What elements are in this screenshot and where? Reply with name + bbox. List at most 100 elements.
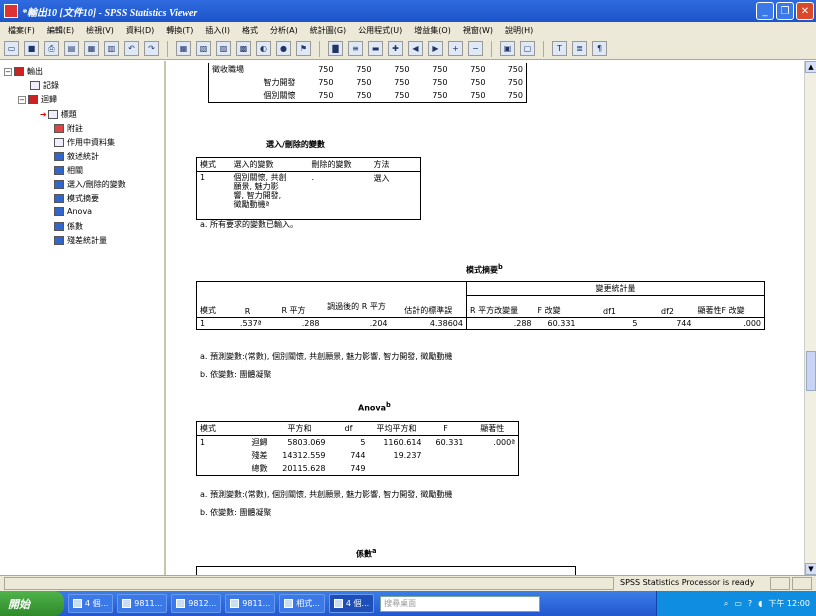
table-row: 1 .537ª .288 .204 4.38604 .288 60.331 5 … [196, 317, 765, 330]
maximize-button[interactable]: ❐ [776, 2, 794, 20]
menu-window[interactable]: 視窗(W) [463, 25, 493, 36]
outline-node-log[interactable]: 記錄 [30, 80, 59, 91]
status-bar: SPSS Statistics Processor is ready [0, 575, 816, 591]
save-icon[interactable]: ■ [24, 41, 39, 56]
network-icon[interactable]: ▭ [734, 599, 742, 608]
close-button[interactable]: ✕ [796, 2, 814, 20]
outline-item-anova[interactable]: Anova [54, 207, 92, 216]
table-icon [54, 180, 64, 189]
outline-item-model-summary[interactable]: 模式摘要 [54, 193, 99, 204]
help-icon[interactable]: ? [748, 599, 752, 608]
menu-data[interactable]: 資料(D) [126, 25, 154, 36]
outline-item-residuals[interactable]: 殘差統計量 [54, 235, 107, 246]
goto-case-icon[interactable]: ▧ [196, 41, 211, 56]
menu-transform[interactable]: 轉換(T) [166, 25, 193, 36]
clock[interactable]: 下午 12:00 [768, 598, 810, 609]
spss-icon [333, 599, 343, 608]
recall-dialog-icon[interactable]: ▥ [104, 41, 119, 56]
table-row: 1 迴歸 5803.069 5 1160.614 60.331 .000ª [196, 435, 519, 449]
log-icon [30, 81, 40, 90]
taskbar-item[interactable]: 相式... [279, 594, 325, 613]
menu-insert[interactable]: 插入(I) [205, 25, 230, 36]
outline-item-correlations[interactable]: 相關 [54, 165, 83, 176]
undo-icon[interactable]: ↶ [124, 41, 139, 56]
anova-table[interactable]: 模式 平方和 df 平均平方和 F 顯著性 1 迴歸 5803.069 5 11… [196, 421, 519, 476]
scroll-thumb[interactable] [806, 351, 816, 391]
insert-heading-icon[interactable]: ≡ [348, 41, 363, 56]
promote-icon[interactable]: ✚ [388, 41, 403, 56]
outline-item-descriptives[interactable]: 敘述統計 [54, 151, 99, 162]
outline-node-regression[interactable]: − 迴歸 [18, 94, 57, 105]
redo-icon[interactable]: ↷ [144, 41, 159, 56]
start-button[interactable]: 開始 [0, 591, 64, 616]
menu-edit[interactable]: 編輯(E) [47, 25, 74, 36]
change-statistics-header: 變更統計量 [466, 281, 765, 296]
coefficients-table-partial[interactable] [196, 566, 576, 575]
search-icon[interactable]: ⌕ [724, 599, 728, 609]
menu-help[interactable]: 說明(H) [505, 25, 533, 36]
output-viewer-pane[interactable]: 徵收職場 750 750 750 750 750 750 智力開發 750 75… [168, 61, 804, 575]
desktop-search-input[interactable]: 搜尋桌面 [380, 595, 541, 612]
window-icon [176, 599, 186, 608]
menu-addons[interactable]: 增益集(O) [414, 25, 451, 36]
spss-app-icon [4, 4, 18, 18]
table-icon [54, 207, 64, 216]
designate-window-icon[interactable]: ⚑ [296, 41, 311, 56]
menu-analyze[interactable]: 分析(A) [270, 25, 298, 36]
use-sets-icon[interactable]: ◐ [256, 41, 271, 56]
expand-icon[interactable]: + [448, 41, 463, 56]
row-label: 智力開發 [208, 76, 299, 89]
scroll-down-arrow-icon[interactable]: ▼ [805, 563, 816, 575]
menu-graphs[interactable]: 統計圖(G) [310, 25, 346, 36]
goto-variable-icon[interactable]: ▨ [216, 41, 231, 56]
entered-removed-footnote: a. 所有要求的變數已輸入。 [200, 220, 298, 229]
outline-item-coefficients[interactable]: 係數 [54, 221, 83, 232]
print-icon[interactable]: ⎙ [44, 41, 59, 56]
menu-utilities[interactable]: 公用程式(U) [358, 25, 402, 36]
menu-file[interactable]: 檔案(F) [8, 25, 35, 36]
insert-title-icon[interactable]: ▬ [368, 41, 383, 56]
taskbar-item[interactable]: 4 個... [68, 594, 114, 613]
entered-removed-table[interactable]: 模式 選入的變數 刪除的變數 方法 1 個別關懷, 共創 願景, 魅力影 響, … [196, 157, 421, 220]
current-item-arrow-icon: ➔ [40, 110, 47, 119]
collapse-toggle-icon[interactable]: − [4, 67, 12, 76]
model-summary-table[interactable]: 變更統計量 模式 R R 平方 調過後的 R 平方 估計的標準誤 R 平方改變量… [196, 281, 765, 330]
menu-format[interactable]: 格式 [242, 25, 258, 36]
outline-item-entered-removed[interactable]: 選入/刪除的變數 [54, 179, 126, 190]
minimize-button[interactable]: _ [756, 2, 774, 20]
scroll-up-arrow-icon[interactable]: ▲ [805, 61, 816, 73]
window-icon [73, 599, 82, 608]
outline-item-notes[interactable]: 附註 [54, 123, 83, 134]
export-icon[interactable]: ▦ [84, 41, 99, 56]
collapse-icon[interactable]: − [468, 41, 483, 56]
outline-item-dataset[interactable]: 作用中資料集 [54, 137, 115, 148]
show-icon[interactable]: ▣ [500, 41, 515, 56]
outline-item-title[interactable]: ➔ 標題 [40, 109, 77, 120]
show-all-icon[interactable]: ● [276, 41, 291, 56]
taskbar-item[interactable]: 9812... [171, 594, 222, 613]
insert-new-title-icon[interactable]: T [552, 41, 567, 56]
variables-icon[interactable]: ▩ [236, 41, 251, 56]
menu-view[interactable]: 檢視(V) [86, 25, 114, 36]
table-group-header-row: 變更統計量 [196, 281, 765, 296]
forward-icon[interactable]: ▶ [428, 41, 443, 56]
descriptives-partial-table[interactable]: 徵收職場 750 750 750 750 750 750 智力開發 750 75… [208, 63, 527, 103]
back-icon[interactable]: ◀ [408, 41, 423, 56]
hide-icon[interactable]: ▢ [520, 41, 535, 56]
insert-text-icon[interactable]: ≣ [572, 41, 587, 56]
collapse-toggle-icon[interactable]: − [18, 95, 26, 104]
processor-status: SPSS Statistics Processor is ready [620, 578, 755, 587]
volume-icon[interactable]: ◖ [758, 599, 762, 608]
goto-data-icon[interactable]: ▦ [176, 41, 191, 56]
taskbar-item[interactable]: 9811... [225, 594, 276, 613]
chart-builder-icon[interactable]: ▇ [328, 41, 343, 56]
insert-page-icon[interactable]: ¶ [592, 41, 607, 56]
taskbar-item-active[interactable]: 4 個... [328, 594, 375, 613]
outline-node-output[interactable]: − 輸出 [4, 66, 43, 77]
model-summary-footnote-b: b. 依變數: 團體凝聚 [200, 370, 272, 379]
taskbar-item[interactable]: 9811... [117, 594, 168, 613]
open-icon[interactable]: ▭ [4, 41, 19, 56]
row-label: 個別關懷 [208, 89, 299, 103]
print-preview-icon[interactable]: ▤ [64, 41, 79, 56]
vertical-scrollbar[interactable]: ▲ ▼ [804, 61, 816, 575]
